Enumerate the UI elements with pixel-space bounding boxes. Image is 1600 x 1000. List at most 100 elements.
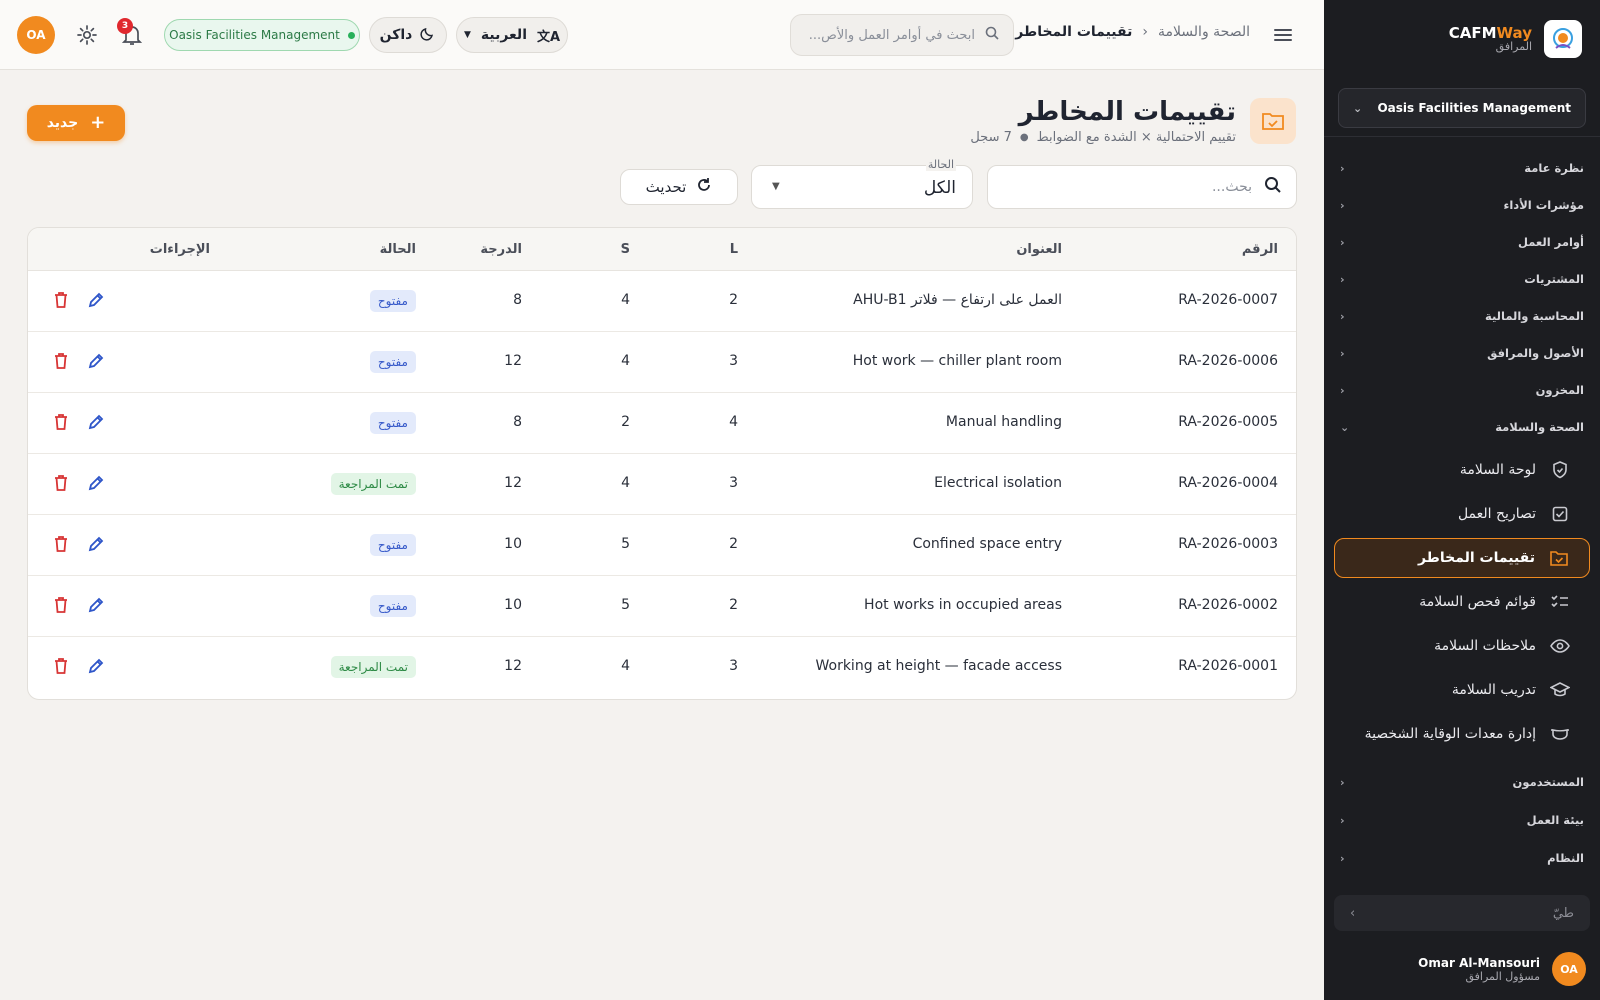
org-selector[interactable]: Oasis Facilities Management ⌄ bbox=[1338, 88, 1586, 128]
caret-down-icon: ▼ bbox=[463, 30, 471, 40]
edit-icon[interactable] bbox=[87, 291, 105, 313]
cell-likelihood: 2 bbox=[729, 536, 738, 552]
gear-icon[interactable] bbox=[76, 24, 98, 50]
chevron-left-icon: ‹ bbox=[1340, 161, 1345, 175]
caret-down-icon: ▼ bbox=[772, 181, 780, 192]
table-row[interactable]: RA-2026-0006 Hot work — chiller plant roo… bbox=[28, 332, 1296, 393]
edit-icon[interactable] bbox=[87, 657, 105, 679]
org-badge-label: Oasis Facilities Management bbox=[169, 28, 340, 42]
sidebar-section[interactable]: نظرة عامة ‹ bbox=[1338, 154, 1586, 182]
folder-check-icon bbox=[1549, 550, 1569, 566]
column-header-score[interactable]: الدرجة bbox=[480, 242, 522, 257]
search-icon bbox=[1264, 176, 1282, 198]
sidebar-item[interactable]: تصاريح العمل bbox=[1334, 494, 1590, 534]
edit-icon[interactable] bbox=[87, 352, 105, 374]
column-header-title[interactable]: العنوان bbox=[1016, 242, 1062, 257]
chevron-left-icon: ‹ bbox=[1340, 851, 1345, 865]
sidebar-section[interactable]: مؤشرات الأداء ‹ bbox=[1338, 191, 1586, 219]
cell-id: RA-2026-0007 bbox=[1178, 292, 1278, 308]
refresh-button[interactable]: تحديث bbox=[620, 169, 738, 205]
chevron-down-icon: ⌄ bbox=[1340, 420, 1350, 434]
sidebar-item-label: تدريب السلامة bbox=[1451, 682, 1536, 698]
cell-id: RA-2026-0003 bbox=[1178, 536, 1278, 552]
sidebar-section-label: مؤشرات الأداء bbox=[1503, 198, 1584, 212]
language-selector[interactable]: ▼ العربية 文A bbox=[456, 17, 568, 53]
sidebar-item[interactable]: قوائم فحص السلامة bbox=[1334, 582, 1590, 622]
brand[interactable]: CAFMWay المرافق bbox=[1449, 20, 1582, 58]
column-header-likelihood[interactable]: L bbox=[730, 242, 738, 257]
trash-icon[interactable] bbox=[53, 352, 69, 374]
cell-title: Working at height — facade access bbox=[815, 658, 1062, 674]
cell-severity: 5 bbox=[621, 536, 630, 552]
sidebar-section[interactable]: بيئة العمل ‹ bbox=[1338, 806, 1586, 834]
sidebar-section[interactable]: أوامر العمل ‹ bbox=[1338, 228, 1586, 256]
edit-icon[interactable] bbox=[87, 413, 105, 435]
sidebar-section[interactable]: النظام ‹ bbox=[1338, 844, 1586, 872]
new-button-label: جديد bbox=[46, 115, 79, 131]
table-row[interactable]: RA-2026-0004 Electrical isolation 3 4 12 تمت … bbox=[28, 454, 1296, 515]
chevron-left-icon: ‹ bbox=[1340, 198, 1345, 212]
sidebar-item-label: لوحة السلامة bbox=[1459, 462, 1536, 478]
user-profile[interactable]: OA Omar Al-Mansouri مسؤول المرافق bbox=[1418, 952, 1586, 986]
sidebar-section[interactable]: المحاسبة والمالية ‹ bbox=[1338, 302, 1586, 330]
column-header-id[interactable]: الرقم bbox=[1242, 242, 1278, 257]
avatar[interactable]: OA bbox=[17, 16, 55, 54]
menu-icon[interactable] bbox=[1272, 24, 1294, 50]
status-badge: مفتوح bbox=[369, 351, 416, 373]
sidebar-item[interactable]: إدارة معدات الوقاية الشخصية bbox=[1334, 714, 1590, 754]
table-row[interactable]: RA-2026-0002 Hot works in occupied areas 2… bbox=[28, 576, 1296, 637]
brand-logo-icon bbox=[1544, 20, 1582, 58]
chevron-left-icon: ‹ bbox=[1340, 813, 1345, 827]
page-title: تقييمات المخاطر bbox=[1018, 97, 1236, 127]
breadcrumb-parent[interactable]: الصحة والسلامة bbox=[1158, 24, 1250, 40]
trash-icon[interactable] bbox=[53, 535, 69, 557]
status-badge: مفتوح bbox=[369, 534, 416, 556]
edit-icon[interactable] bbox=[87, 596, 105, 618]
sidebar-item[interactable]: تقييمات المخاطر bbox=[1334, 538, 1590, 578]
sidebar-item[interactable]: ملاحظات السلامة bbox=[1334, 626, 1590, 666]
sidebar-collapse-button[interactable]: طيّ › bbox=[1334, 895, 1590, 931]
sidebar-item-label: قوائم فحص السلامة bbox=[1419, 594, 1536, 610]
edit-icon[interactable] bbox=[87, 535, 105, 557]
trash-icon[interactable] bbox=[53, 291, 69, 313]
cell-title: Hot works in occupied areas bbox=[864, 597, 1062, 613]
cell-title: Confined space entry bbox=[912, 536, 1062, 552]
table-row[interactable]: RA-2026-0003 Confined space entry 2 5 10 مفتو… bbox=[28, 515, 1296, 576]
avatar: OA bbox=[1552, 952, 1586, 986]
search-icon bbox=[985, 26, 999, 44]
trash-icon[interactable] bbox=[53, 596, 69, 618]
sidebar-section[interactable]: المخزون ‹ bbox=[1338, 376, 1586, 404]
status-dot-icon bbox=[347, 31, 355, 39]
edit-icon[interactable] bbox=[87, 474, 105, 496]
table-row[interactable]: RA-2026-0001 Working at height — facade a… bbox=[28, 637, 1296, 698]
folder-check-icon bbox=[1250, 98, 1296, 144]
trash-icon[interactable] bbox=[53, 474, 69, 496]
table-row[interactable]: RA-2026-0005 Manual handling 4 2 8 مفتوح bbox=[28, 393, 1296, 454]
sidebar-section-label: النظام bbox=[1547, 851, 1584, 865]
shield-icon bbox=[1550, 461, 1570, 479]
column-header-status[interactable]: الحالة bbox=[380, 242, 416, 257]
trash-icon[interactable] bbox=[53, 413, 69, 435]
column-header-severity[interactable]: S bbox=[621, 242, 630, 257]
table-row[interactable]: RA-2026-0007 العمل على ارتفاع — فلاتر AHU… bbox=[28, 271, 1296, 332]
chevron-left-icon: ‹ bbox=[1340, 383, 1345, 397]
status-filter-select[interactable]: الحالة الكل ▼ bbox=[751, 158, 973, 209]
trash-icon[interactable] bbox=[53, 657, 69, 679]
sidebar-section[interactable]: المستخدمون ‹ bbox=[1338, 768, 1586, 796]
global-search-input[interactable]: ابحث في أوامر العمل والأص... bbox=[790, 14, 1014, 56]
status-filter-label: الحالة bbox=[925, 158, 956, 171]
sidebar-section[interactable]: المشتريات ‹ bbox=[1338, 265, 1586, 293]
search-placeholder: بحث... bbox=[1211, 179, 1252, 195]
sidebar-section[interactable]: الأصول والمرافق ‹ bbox=[1338, 339, 1586, 367]
cell-likelihood: 4 bbox=[729, 414, 738, 430]
theme-toggle[interactable]: داكن bbox=[369, 17, 447, 53]
sidebar-item[interactable]: تدريب السلامة bbox=[1334, 670, 1590, 710]
search-input[interactable]: بحث... bbox=[987, 165, 1297, 209]
cell-severity: 4 bbox=[621, 353, 630, 369]
cell-severity: 4 bbox=[621, 658, 630, 674]
cell-likelihood: 3 bbox=[729, 475, 738, 491]
sidebar-item[interactable]: لوحة السلامة bbox=[1334, 450, 1590, 490]
new-button[interactable]: جديد + bbox=[27, 105, 125, 141]
sidebar-section[interactable]: الصحة والسلامة ⌄ bbox=[1338, 413, 1586, 441]
cell-severity: 5 bbox=[621, 597, 630, 613]
